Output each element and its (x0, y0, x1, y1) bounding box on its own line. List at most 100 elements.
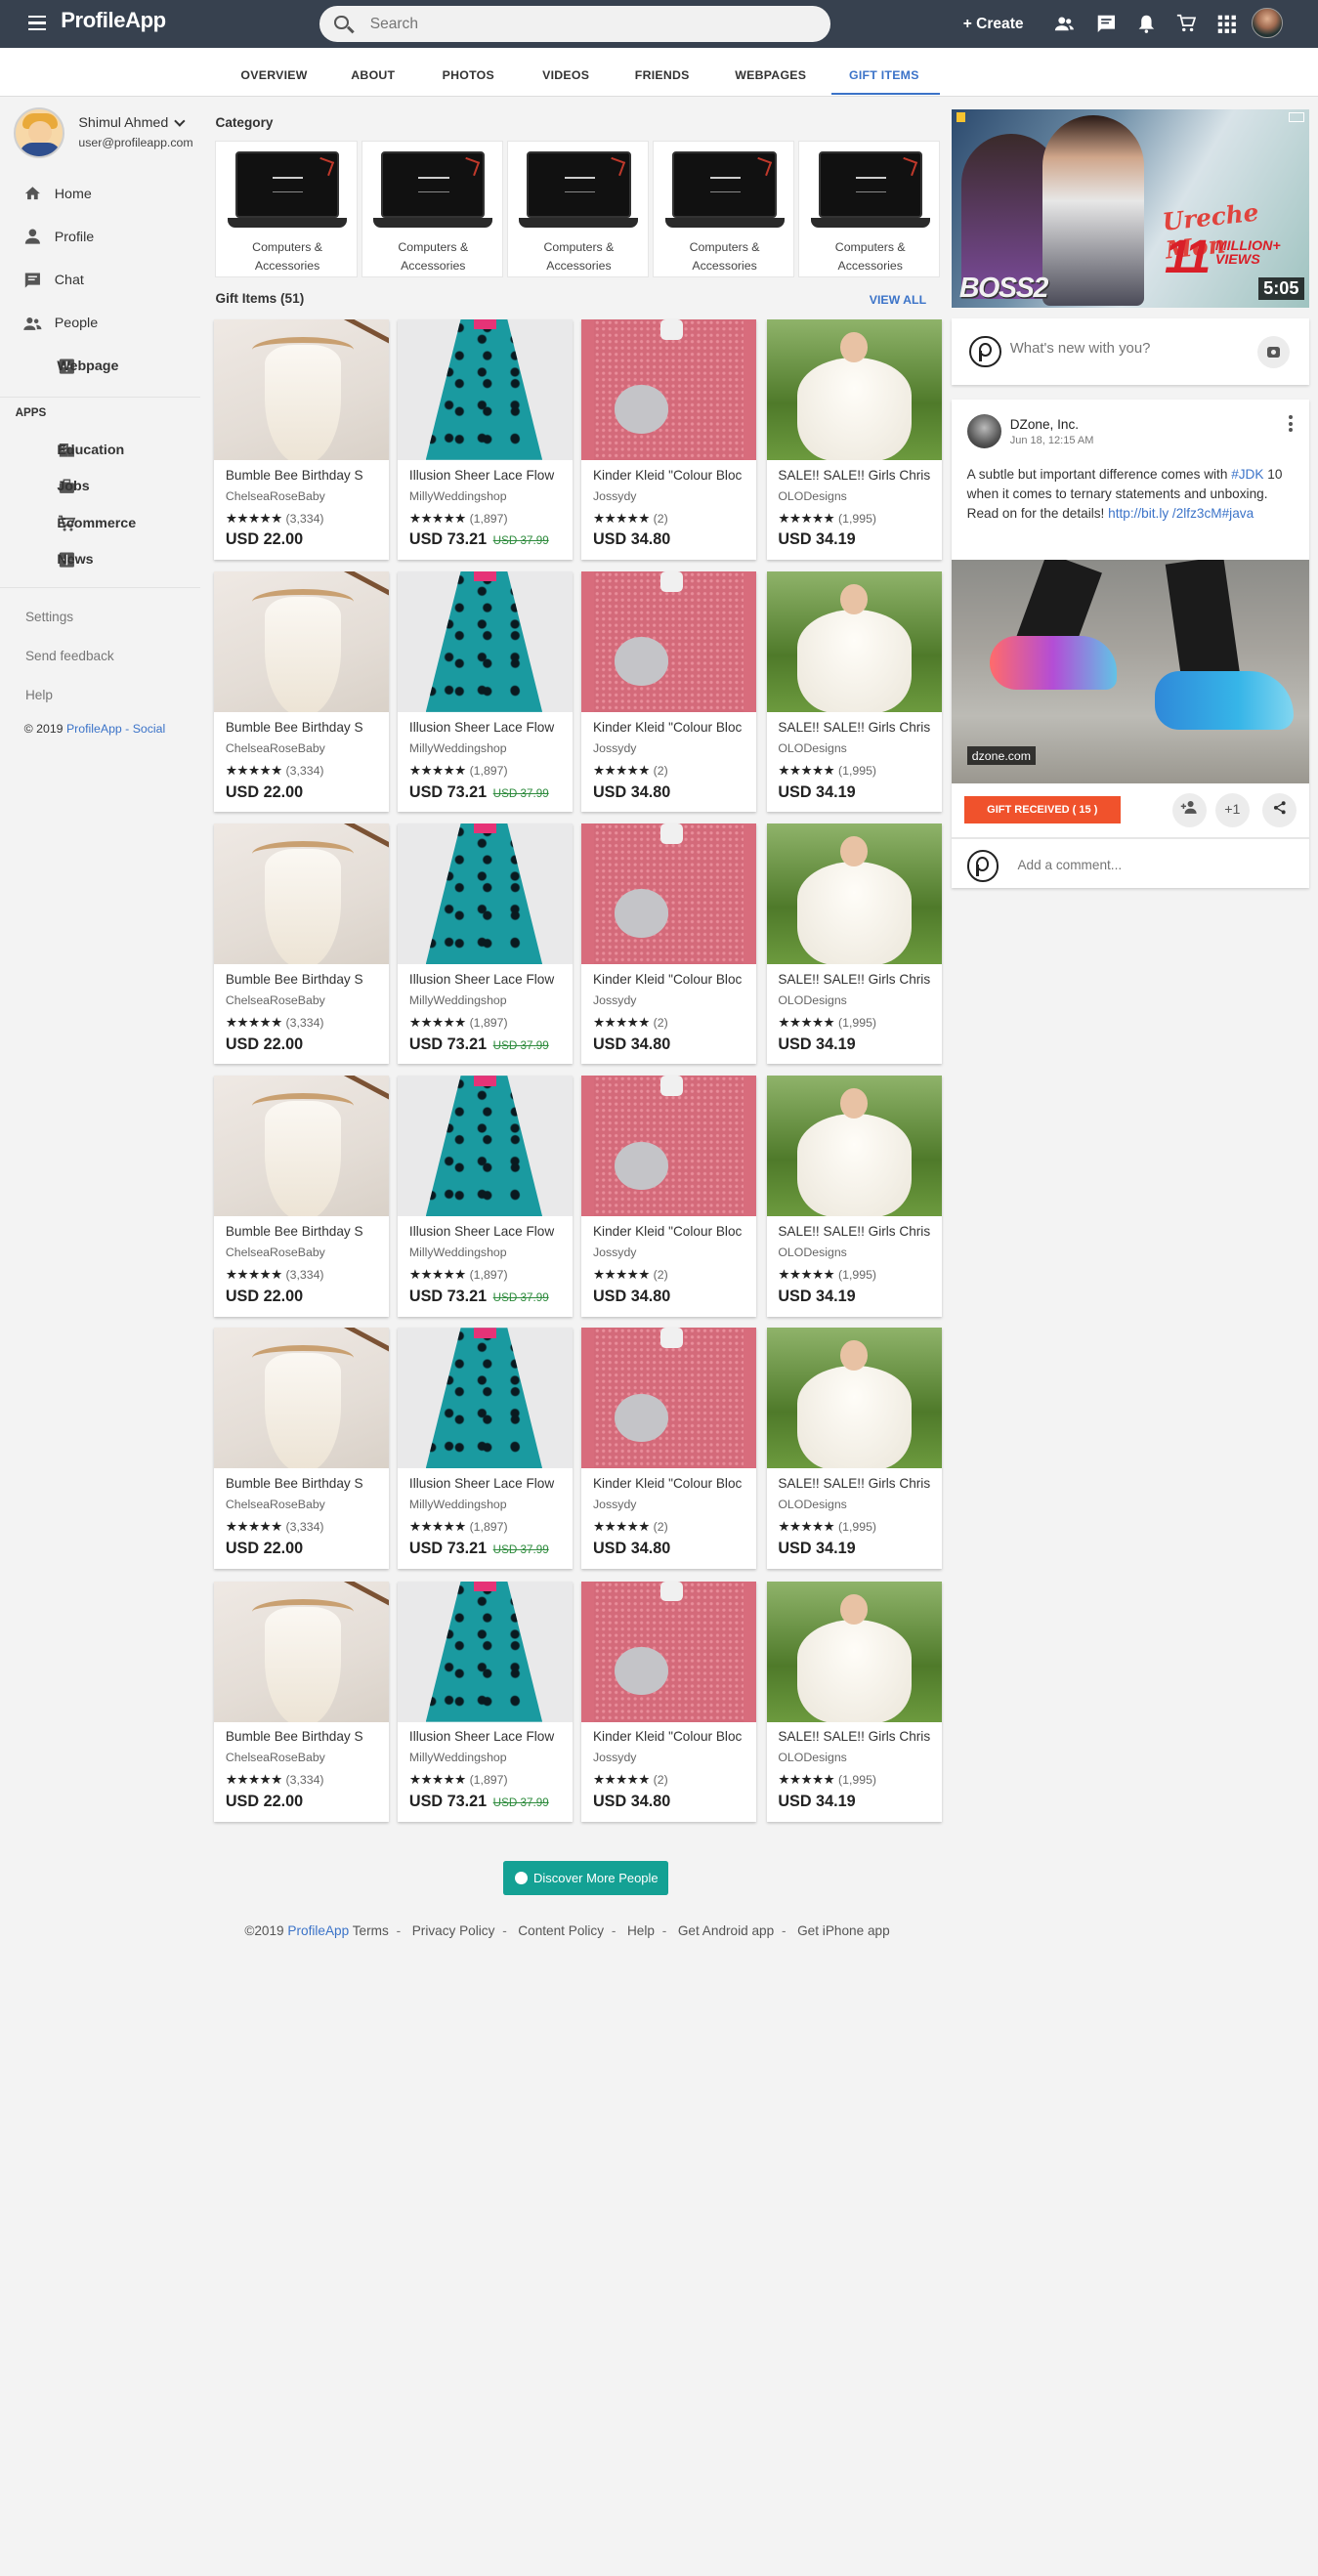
tab-gift-items[interactable]: GIFT ITEMS (849, 68, 919, 82)
product-card[interactable]: Illusion Sheer Lace Flow MillyWeddingshop… (398, 823, 574, 1065)
footer-iphone-app[interactable]: Get iPhone app (797, 1923, 890, 1938)
menu-icon[interactable] (27, 15, 46, 33)
status-input[interactable] (1009, 340, 1239, 357)
shop-name[interactable]: MillyWeddingshop (409, 1246, 507, 1259)
hashtag-link[interactable]: #JDK (1231, 467, 1263, 482)
shop-name[interactable]: ChelseaRoseBaby (226, 1751, 325, 1764)
gift-received-button[interactable]: GIFT RECEIVED ( 15 ) (964, 795, 1121, 824)
tab-photos[interactable]: PHOTOS (443, 68, 494, 82)
shop-name[interactable]: ChelseaRoseBaby (226, 993, 325, 1007)
shop-name[interactable]: Jossydy (593, 1246, 636, 1259)
product-card[interactable]: Bumble Bee Birthday S ChelseaRoseBaby ★★★★… (214, 1076, 390, 1317)
product-card[interactable]: SALE!! SALE!! Girls Christ OLODesigns ★★★★… (766, 1076, 942, 1317)
product-card[interactable]: Bumble Bee Birthday S ChelseaRoseBaby ★★★★… (214, 823, 390, 1065)
product-name[interactable]: Kinder Kleid "Colour Bloc (593, 1476, 745, 1491)
tab-overview[interactable]: OVERVIEW (240, 68, 307, 82)
product-card[interactable]: Kinder Kleid "Colour Bloc Jossydy ★★★★★ (2)… (581, 570, 757, 813)
shop-name[interactable]: MillyWeddingshop (409, 1498, 507, 1511)
plus-one-button[interactable]: +1 (1214, 792, 1250, 827)
product-name[interactable]: Kinder Kleid "Colour Bloc (593, 1224, 745, 1239)
product-name[interactable]: Kinder Kleid "Colour Bloc (593, 468, 745, 483)
category-card[interactable]: Computers & Accessories (652, 140, 795, 278)
shop-name[interactable]: Jossydy (593, 1498, 636, 1511)
post-image[interactable]: dzone.com (952, 560, 1309, 783)
product-card[interactable]: Kinder Kleid "Colour Bloc Jossydy ★★★★★ (2)… (581, 1076, 757, 1317)
product-name[interactable]: Kinder Kleid "Colour Bloc (593, 972, 745, 987)
shop-name[interactable]: ChelseaRoseBaby (226, 741, 325, 755)
user-avatar[interactable] (1252, 7, 1283, 38)
product-name[interactable]: Bumble Bee Birthday S (226, 1729, 378, 1744)
shop-name[interactable]: MillyWeddingshop (409, 1751, 507, 1764)
product-card[interactable]: Bumble Bee Birthday S ChelseaRoseBaby ★★★★… (214, 1581, 390, 1823)
tab-about[interactable]: ABOUT (351, 68, 395, 82)
user-menu[interactable]: Shimul Ahmed (78, 115, 186, 131)
video-ad[interactable]: Ureche Mon 11 MILLION+ VIEWS BOSS2 5:05 (952, 108, 1309, 309)
view-all-link[interactable]: VIEW ALL (870, 293, 926, 307)
tab-videos[interactable]: VIDEOS (542, 68, 589, 82)
product-name[interactable]: SALE!! SALE!! Girls Christ (778, 1224, 930, 1239)
search-bar[interactable] (319, 6, 830, 42)
product-card[interactable]: Illusion Sheer Lace Flow MillyWeddingshop… (398, 318, 574, 561)
shop-name[interactable]: Jossydy (593, 993, 636, 1007)
user-avatar[interactable] (14, 107, 65, 159)
footer-android-app[interactable]: Get Android app (678, 1923, 774, 1938)
help-link[interactable]: Help (25, 688, 53, 702)
product-card[interactable]: Illusion Sheer Lace Flow MillyWeddingshop… (398, 570, 574, 813)
product-card[interactable]: Illusion Sheer Lace Flow MillyWeddingshop… (398, 1581, 574, 1823)
product-card[interactable]: Illusion Sheer Lace Flow MillyWeddingshop… (398, 1076, 574, 1317)
footer-privacy[interactable]: Privacy Policy (412, 1923, 495, 1938)
product-card[interactable]: Kinder Kleid "Colour Bloc Jossydy ★★★★★ (2)… (581, 318, 757, 561)
discover-more-people-button[interactable]: Discover More People (502, 1861, 668, 1896)
product-name[interactable]: SALE!! SALE!! Girls Christ (778, 972, 930, 987)
product-name[interactable]: Bumble Bee Birthday S (226, 972, 378, 987)
product-card[interactable]: Kinder Kleid "Colour Bloc Jossydy ★★★★★ (2)… (581, 1328, 757, 1569)
product-name[interactable]: Illusion Sheer Lace Flow (409, 972, 562, 987)
settings-link[interactable]: Settings (25, 610, 73, 624)
camera-icon[interactable] (1256, 335, 1291, 369)
shop-name[interactable]: ChelseaRoseBaby (226, 489, 325, 503)
cart-icon[interactable] (1176, 14, 1197, 34)
shop-name[interactable]: Jossydy (593, 741, 636, 755)
product-name[interactable]: Illusion Sheer Lace Flow (409, 1224, 562, 1239)
search-input[interactable] (369, 11, 801, 37)
post-author[interactable]: DZone, Inc. (1010, 417, 1079, 432)
apps-icon[interactable] (1216, 14, 1237, 34)
category-card[interactable]: Computers & Accessories (361, 140, 503, 278)
share-icon[interactable] (1261, 792, 1297, 827)
tab-webpages[interactable]: WEBPAGES (735, 68, 806, 82)
product-card[interactable]: SALE!! SALE!! Girls Christ OLODesigns ★★★★… (766, 1581, 942, 1823)
shop-name[interactable]: MillyWeddingshop (409, 741, 507, 755)
author-avatar[interactable] (966, 414, 1001, 449)
app-logo[interactable]: ProfileApp (61, 8, 166, 33)
shop-name[interactable]: OLODesigns (778, 993, 846, 1007)
product-card[interactable]: Bumble Bee Birthday S ChelseaRoseBaby ★★★★… (214, 318, 390, 561)
category-card[interactable]: Computers & Accessories (798, 140, 941, 278)
more-options-icon[interactable] (1289, 415, 1294, 433)
product-card[interactable]: Kinder Kleid "Colour Bloc Jossydy ★★★★★ (2)… (581, 1581, 757, 1823)
post-link[interactable]: http://bit.ly /2lfz3cM#java (1108, 506, 1254, 521)
shop-name[interactable]: OLODesigns (778, 1498, 846, 1511)
product-card[interactable]: Bumble Bee Birthday S ChelseaRoseBaby ★★★★… (214, 1328, 390, 1569)
product-card[interactable]: Bumble Bee Birthday S ChelseaRoseBaby ★★★★… (214, 570, 390, 813)
category-card[interactable]: Computers & Accessories (506, 140, 650, 278)
product-card[interactable]: Kinder Kleid "Colour Bloc Jossydy ★★★★★ (2)… (581, 823, 757, 1065)
footer-content-policy[interactable]: Content Policy (518, 1923, 604, 1938)
product-name[interactable]: SALE!! SALE!! Girls Christ (778, 468, 930, 483)
product-card[interactable]: SALE!! SALE!! Girls Christ OLODesigns ★★★★… (766, 823, 942, 1065)
shop-name[interactable]: OLODesigns (778, 1246, 846, 1259)
create-button[interactable]: + Create (963, 16, 1024, 33)
profileapp-social-link[interactable]: ProfileApp - Social (66, 722, 165, 736)
shop-name[interactable]: Jossydy (593, 489, 636, 503)
shop-name[interactable]: ChelseaRoseBaby (226, 1246, 325, 1259)
product-name[interactable]: SALE!! SALE!! Girls Christ (778, 720, 930, 735)
product-card[interactable]: SALE!! SALE!! Girls Christ OLODesigns ★★★★… (766, 570, 942, 813)
product-name[interactable]: Illusion Sheer Lace Flow (409, 1476, 562, 1491)
product-name[interactable]: SALE!! SALE!! Girls Christ (778, 1476, 930, 1491)
shop-name[interactable]: MillyWeddingshop (409, 489, 507, 503)
shop-name[interactable]: OLODesigns (778, 1751, 846, 1764)
product-name[interactable]: Bumble Bee Birthday S (226, 468, 378, 483)
shop-name[interactable]: ChelseaRoseBaby (226, 1498, 325, 1511)
shop-name[interactable]: OLODesigns (778, 489, 846, 503)
product-name[interactable]: Bumble Bee Birthday S (226, 1224, 378, 1239)
send-feedback-link[interactable]: Send feedback (25, 649, 114, 663)
